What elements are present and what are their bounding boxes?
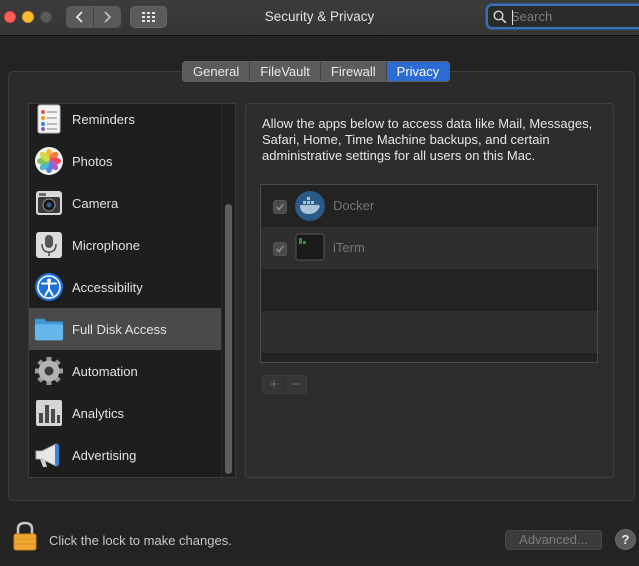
remove-app-button[interactable]: − — [284, 376, 306, 393]
terminal-icon — [295, 233, 325, 263]
category-label: Camera — [72, 195, 119, 211]
tab-firewall[interactable]: Firewall — [319, 62, 386, 81]
megaphone-icon — [34, 440, 64, 470]
empty-row — [261, 269, 597, 311]
checkmark-icon — [275, 203, 285, 211]
app-name: Docker — [333, 198, 375, 213]
tab-bar: General FileVault Firewall Privacy — [182, 61, 451, 82]
category-item-photos[interactable]: Photos — [29, 140, 221, 182]
search-icon — [493, 10, 507, 24]
app-checkbox[interactable] — [273, 242, 287, 256]
docker-icon — [295, 191, 325, 221]
app-row-iterm[interactable]: iTerm — [261, 227, 597, 269]
category-label: Advertising — [72, 447, 137, 463]
reminders-icon — [34, 104, 64, 134]
empty-row — [261, 353, 597, 362]
app-row-docker[interactable]: Docker — [261, 185, 597, 227]
lock-icon[interactable] — [12, 521, 38, 551]
category-item-advertising[interactable]: Advertising — [29, 434, 221, 476]
category-scrollbar-thumb[interactable] — [225, 204, 232, 474]
add-app-button[interactable]: + — [263, 376, 285, 393]
category-item-analytics[interactable]: Analytics — [29, 392, 221, 434]
title-bar: Security & Privacy — [0, 0, 639, 36]
category-label: Photos — [72, 153, 113, 169]
category-label: Analytics — [72, 405, 125, 421]
photos-icon — [34, 146, 64, 176]
help-button[interactable]: ? — [615, 529, 636, 550]
category-item-reminders[interactable]: Reminders — [29, 104, 221, 140]
tab-filevault[interactable]: FileVault — [249, 62, 320, 81]
category-label: Microphone — [72, 237, 140, 253]
microphone-icon — [34, 230, 64, 260]
add-remove-group: + − — [262, 375, 307, 394]
privacy-category-list[interactable]: Reminders Photos Camera Microphone Acces… — [28, 103, 236, 478]
category-label: Automation — [72, 363, 138, 379]
app-list[interactable]: Docker iTerm — [260, 184, 598, 363]
category-item-microphone[interactable]: Microphone — [29, 224, 221, 266]
category-item-automation[interactable]: Automation — [29, 350, 221, 392]
category-item-camera[interactable]: Camera — [29, 182, 221, 224]
access-description: Allow the apps below to access data like… — [262, 116, 593, 163]
checkmark-icon — [275, 245, 285, 253]
security-privacy-window: Security & Privacy General FileVault Fir… — [0, 0, 639, 566]
search-input[interactable] — [511, 9, 636, 24]
empty-row — [261, 311, 597, 353]
category-item-full-disk-access[interactable]: Full Disk Access — [29, 308, 221, 350]
category-label: Accessibility — [72, 279, 143, 295]
tab-general[interactable]: General — [183, 62, 249, 81]
analytics-icon — [34, 398, 64, 428]
app-name: iTerm — [333, 240, 365, 255]
tab-privacy[interactable]: Privacy — [385, 62, 450, 81]
category-label: Reminders — [72, 111, 135, 127]
folder-icon — [34, 314, 64, 344]
lock-message: Click the lock to make changes. — [49, 533, 232, 548]
accessibility-icon — [34, 272, 64, 302]
app-checkbox[interactable] — [273, 200, 287, 214]
camera-icon — [34, 188, 64, 218]
gear-icon — [34, 356, 64, 386]
category-label: Full Disk Access — [72, 321, 167, 337]
advanced-button[interactable]: Advanced... — [505, 530, 602, 550]
search-box[interactable] — [486, 4, 639, 29]
category-item-accessibility[interactable]: Accessibility — [29, 266, 221, 308]
text-caret — [512, 10, 513, 25]
